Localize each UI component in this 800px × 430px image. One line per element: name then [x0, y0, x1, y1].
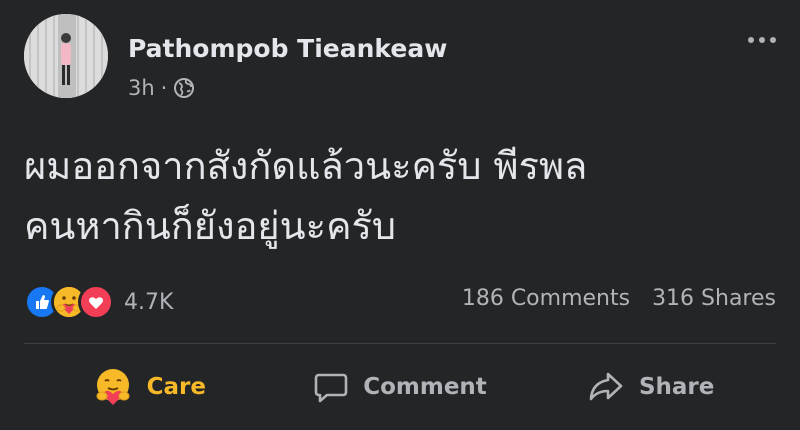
post-text-line: ผมออกจากสังกัดแล้วนะครับ พีรพล [24, 144, 588, 188]
care-icon [93, 367, 133, 407]
globe-icon[interactable] [173, 77, 195, 99]
meta-separator: · [160, 76, 168, 100]
comment-icon [313, 369, 349, 405]
divider [24, 343, 776, 344]
share-button[interactable]: Share [525, 352, 776, 422]
comment-button[interactable]: Comment [275, 352, 526, 422]
comment-label: Comment [363, 374, 487, 400]
post-actions: Care Comment Share [24, 352, 776, 422]
love-icon [78, 284, 114, 320]
post-text: ผมออกจากสังกัดแล้วนะครับ พีรพล คนหากินก็… [24, 136, 784, 256]
post-text-line: คนหากินก็ยังอยู่นะครับ [24, 204, 397, 248]
post-header: Pathompob Tieankeaw 3h · [24, 14, 776, 106]
post-stats: 4.7K 186 Comments 316 Shares [24, 282, 776, 320]
reaction-count: 4.7K [124, 289, 174, 315]
share-label: Share [638, 374, 715, 400]
shares-count[interactable]: 316 Shares [652, 286, 776, 311]
post-meta: 3h · [128, 76, 195, 100]
share-icon [587, 369, 625, 405]
engagement-counts: 186 Comments 316 Shares [462, 286, 776, 311]
care-button[interactable]: Care [24, 352, 275, 422]
comments-count[interactable]: 186 Comments [462, 286, 630, 311]
reactions-summary[interactable]: 4.7K [24, 284, 173, 320]
post-time[interactable]: 3h [128, 76, 155, 100]
author-name[interactable]: Pathompob Tieankeaw [128, 34, 447, 63]
more-options-icon[interactable] [736, 30, 776, 50]
avatar[interactable] [24, 14, 108, 98]
care-label: Care [146, 374, 206, 400]
